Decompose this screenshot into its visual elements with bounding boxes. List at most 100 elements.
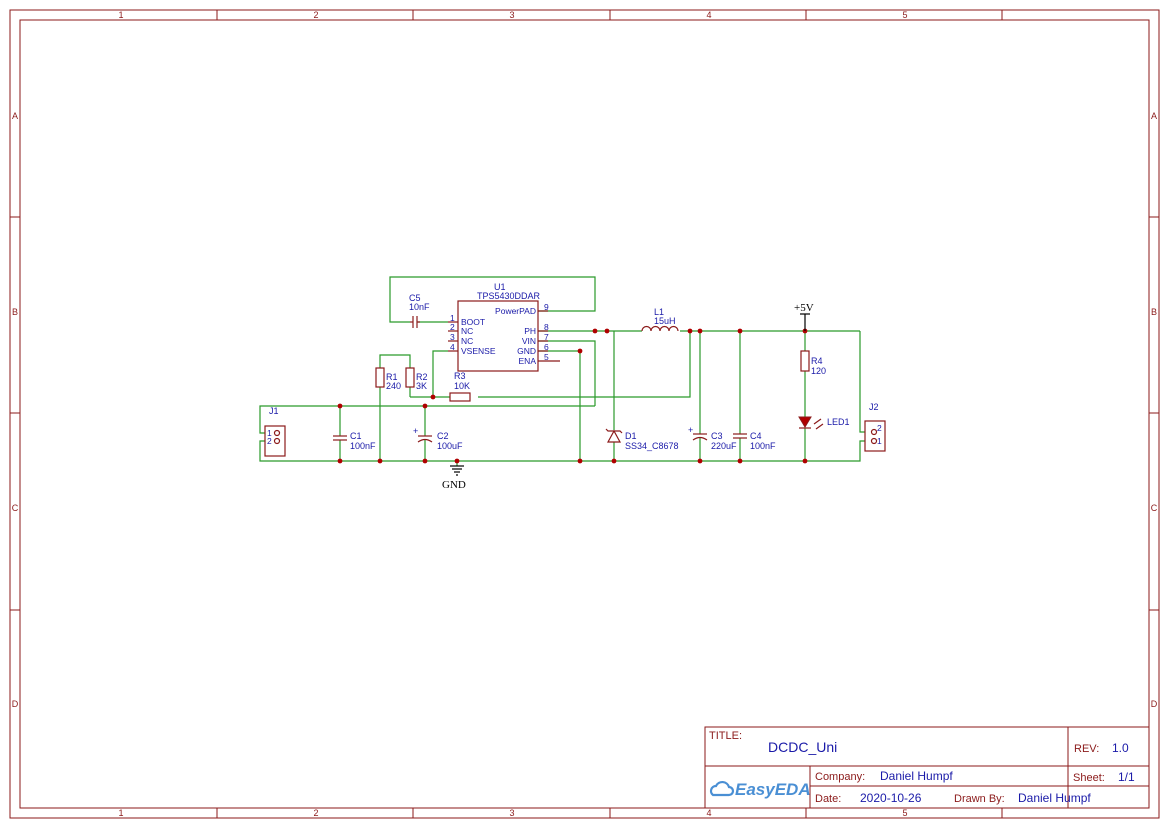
capacitor-c5[interactable]: C5 10nF bbox=[409, 293, 430, 328]
power-symbol-vcc[interactable]: +5V bbox=[794, 302, 814, 331]
connector-j2[interactable]: 2 1 J2 bbox=[864, 402, 886, 452]
c4-value: 100nF bbox=[750, 441, 776, 451]
wire-vsense bbox=[432, 350, 448, 397]
c3-polarity-mark: + bbox=[688, 425, 693, 435]
r3-ref: R3 bbox=[454, 371, 466, 381]
date-label: Date: bbox=[815, 793, 841, 805]
column-label-4: 4 bbox=[706, 10, 711, 20]
u1-pin-name: VIN bbox=[522, 336, 536, 346]
led1-ref: LED1 bbox=[827, 417, 850, 427]
row-label-b: B bbox=[12, 307, 18, 317]
rev-value: 1.0 bbox=[1112, 741, 1129, 755]
junctions bbox=[337, 328, 808, 464]
c5-value: 10nF bbox=[409, 302, 430, 312]
u1-pin-name: PowerPAD bbox=[495, 306, 536, 316]
junction-dot bbox=[577, 458, 583, 464]
led-light-arrow-icon bbox=[815, 423, 824, 430]
c2-value: 100uF bbox=[437, 441, 463, 451]
logo-text: EasyEDA bbox=[735, 780, 811, 799]
junction-dot bbox=[611, 458, 617, 464]
u1-pin-name: PH bbox=[524, 326, 536, 336]
junction-dot bbox=[687, 328, 693, 334]
wire-divider-top bbox=[379, 354, 411, 368]
column-label-1-bottom: 1 bbox=[118, 808, 123, 818]
j2-pin-num: 2 bbox=[877, 423, 882, 433]
company-value: Daniel Humpf bbox=[880, 769, 953, 783]
j2-pin-num: 1 bbox=[877, 436, 882, 446]
c1-ref: C1 bbox=[350, 431, 362, 441]
column-label-3-bottom: 3 bbox=[509, 808, 514, 818]
resistor-r2[interactable]: R2 3K bbox=[405, 367, 428, 391]
c2-polarity-mark: + bbox=[413, 426, 418, 436]
capacitor-c3[interactable]: + C3 220uF bbox=[688, 425, 737, 451]
u1-pin-num: 4 bbox=[450, 342, 455, 352]
c2-ref: C2 bbox=[437, 431, 449, 441]
capacitor-c2[interactable]: + C2 100uF bbox=[413, 426, 463, 451]
diode-d1[interactable]: D1 SS34_C8678 bbox=[605, 428, 679, 451]
j1-ref: J1 bbox=[269, 406, 279, 416]
row-label-a: A bbox=[12, 111, 18, 121]
u1-pin-name: NC bbox=[461, 336, 473, 346]
junction-dot bbox=[697, 458, 703, 464]
c4-ref: C4 bbox=[750, 431, 762, 441]
r4-ref: R4 bbox=[811, 356, 823, 366]
resistor-r3[interactable]: R3 10K bbox=[449, 371, 471, 402]
u1-pin-name: GND bbox=[517, 346, 536, 356]
row-label-c: C bbox=[12, 503, 19, 513]
junction-dot bbox=[377, 458, 383, 464]
title-label: TITLE: bbox=[709, 730, 742, 742]
wire-out-j2 bbox=[859, 331, 865, 433]
c3-ref: C3 bbox=[711, 431, 723, 441]
junction-dot bbox=[422, 403, 428, 409]
ic-u1[interactable]: U1 TPS5430DDAR 1 BOOT 2 NC 3 NC 4 VSENSE… bbox=[448, 282, 560, 372]
j2-ref: J2 bbox=[869, 402, 879, 412]
led-led1[interactable]: LED1 bbox=[798, 416, 850, 430]
row-label-d: D bbox=[12, 699, 19, 709]
easyeda-logo: EasyEDA bbox=[709, 780, 811, 799]
junction-dot bbox=[592, 328, 598, 334]
row-label-b-right: B bbox=[1151, 307, 1157, 317]
junction-dot bbox=[737, 458, 743, 464]
u1-pin-num: 7 bbox=[544, 332, 549, 342]
wire-vin-rail bbox=[259, 405, 595, 434]
column-label-5: 5 bbox=[902, 10, 907, 20]
schematic-title: DCDC_Uni bbox=[768, 739, 837, 755]
u1-pin-name: ENA bbox=[519, 356, 537, 366]
junction-dot bbox=[697, 328, 703, 334]
column-label-3: 3 bbox=[509, 10, 514, 20]
column-label-4-bottom: 4 bbox=[706, 808, 711, 818]
junction-dot bbox=[422, 458, 428, 464]
u1-pin-num: 8 bbox=[544, 322, 549, 332]
junction-dot bbox=[737, 328, 743, 334]
c1-value: 100nF bbox=[350, 441, 376, 451]
u1-pin-num: 6 bbox=[544, 342, 549, 352]
r1-value: 240 bbox=[386, 381, 401, 391]
cloud-icon bbox=[709, 780, 735, 797]
u1-pin-num: 5 bbox=[544, 352, 549, 362]
resistor-r1[interactable]: R1 240 bbox=[375, 367, 401, 391]
column-label-2: 2 bbox=[313, 10, 318, 20]
u1-value: TPS5430DDAR bbox=[477, 291, 541, 301]
r3-value: 10K bbox=[454, 381, 470, 391]
junction-dot bbox=[454, 458, 460, 464]
l1-value: 15uH bbox=[654, 316, 676, 326]
c3-value: 220uF bbox=[711, 441, 737, 451]
gnd-label: GND bbox=[442, 479, 466, 491]
connector-j1[interactable]: 1 2 J1 bbox=[264, 406, 286, 457]
inductor-l1[interactable]: L1 15uH bbox=[641, 307, 679, 332]
junction-dot bbox=[337, 403, 343, 409]
column-label-5-bottom: 5 bbox=[902, 808, 907, 818]
drawn-by-label: Drawn By: bbox=[954, 793, 1005, 805]
r2-value: 3K bbox=[416, 381, 427, 391]
u1-pin-num: 3 bbox=[450, 332, 455, 342]
junction-dot bbox=[604, 328, 610, 334]
r4-value: 120 bbox=[811, 366, 826, 376]
row-label-c-right: C bbox=[1151, 503, 1158, 513]
schematic-sheet: 1 2 3 4 5 1 2 3 4 5 A B C D A B C D U1 T… bbox=[9, 9, 1160, 819]
u1-pin-name: VSENSE bbox=[461, 346, 496, 356]
d1-ref: D1 bbox=[625, 431, 637, 441]
u1-pin-num: 9 bbox=[544, 302, 549, 312]
row-label-a-right: A bbox=[1151, 111, 1157, 121]
row-label-d-right: D bbox=[1151, 699, 1158, 709]
power-symbol-gnd[interactable]: GND bbox=[442, 465, 466, 491]
